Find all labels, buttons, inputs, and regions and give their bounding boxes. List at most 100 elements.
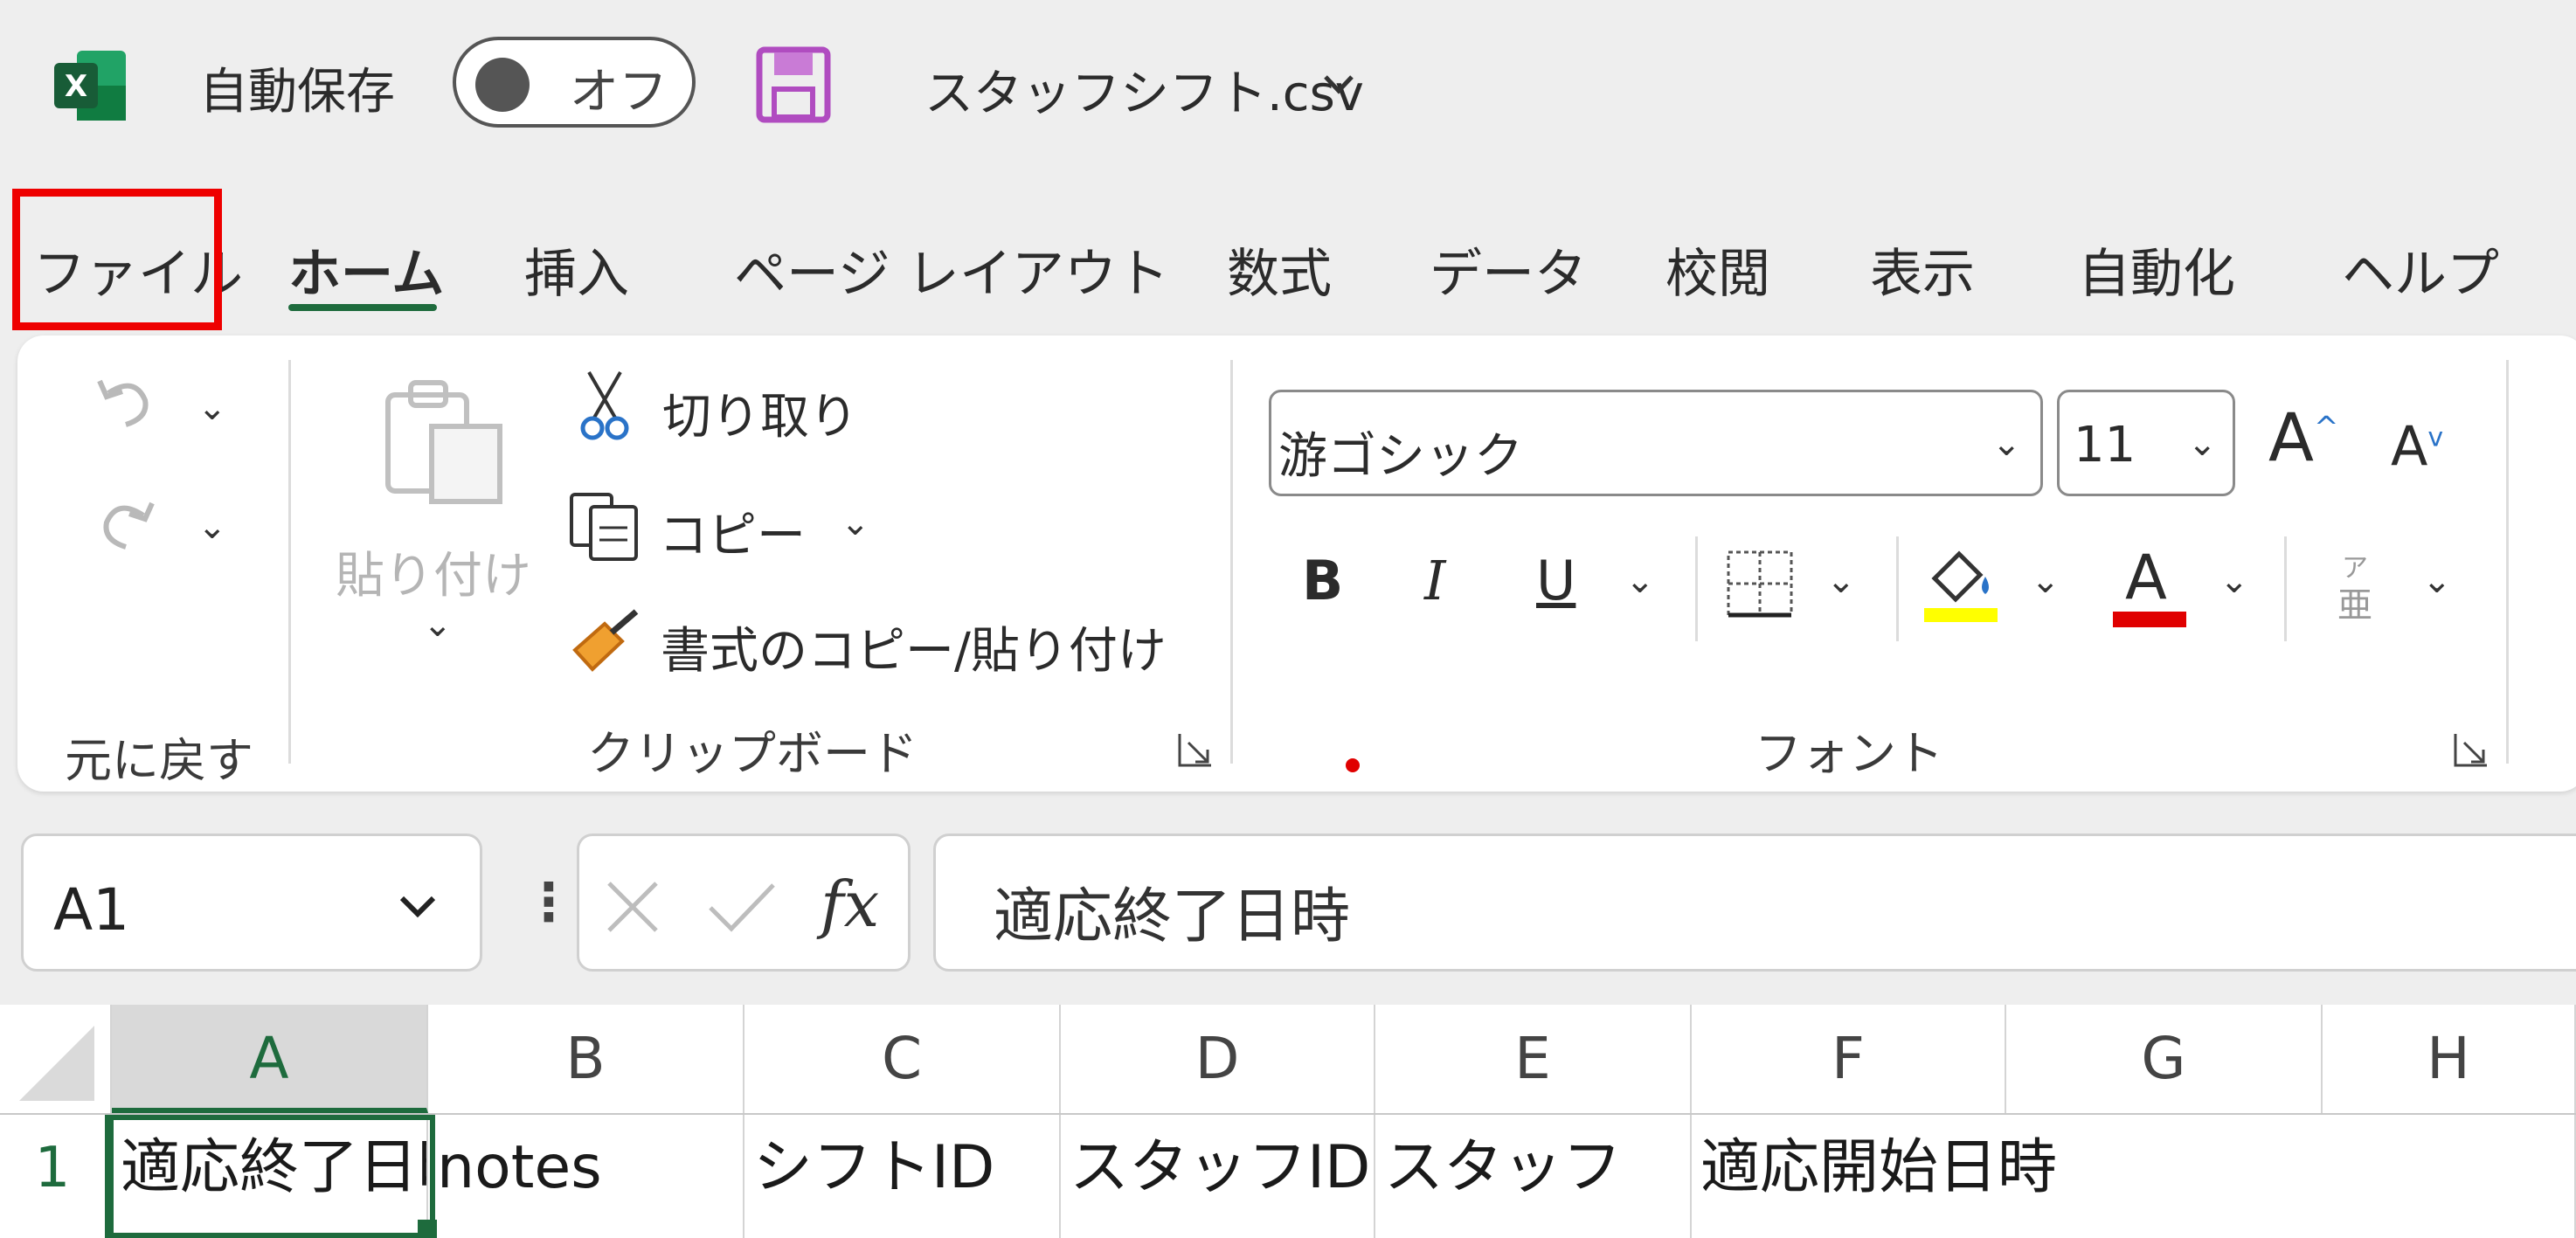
column-header-f[interactable]: F xyxy=(1692,1005,2006,1113)
tab-help[interactable]: ヘルプ xyxy=(2342,232,2499,308)
font-size-value: 11 xyxy=(2074,417,2136,474)
column-header-b[interactable]: B xyxy=(428,1005,744,1113)
chevron-down-icon[interactable]: ⌄ xyxy=(1826,561,1856,601)
formula-input[interactable]: 適応終了日時 xyxy=(933,833,2576,972)
autosave-label: 自動保存 xyxy=(199,64,395,121)
excel-icon[interactable]: X xyxy=(51,45,131,126)
name-box-value: A1 xyxy=(53,876,130,944)
chevron-down-icon[interactable]: ⌄ xyxy=(423,605,453,645)
formula-buttons: fx xyxy=(577,833,911,972)
svg-text:亜: 亜 xyxy=(2337,585,2372,626)
chevron-down-icon[interactable]: ⌄ xyxy=(197,507,227,547)
font-name-value: 游ゴシック xyxy=(1278,428,1523,485)
font-color-letter: A xyxy=(2125,542,2167,613)
tab-review[interactable]: 校閲 xyxy=(1665,232,1770,308)
italic-button[interactable]: I xyxy=(1424,549,1446,612)
phonetic-guide-icon[interactable]: ア 亜 xyxy=(2328,547,2382,627)
paste-label[interactable]: 貼り付け xyxy=(336,536,531,607)
chevron-down-icon[interactable]: ⌄ xyxy=(2031,561,2060,601)
cell-g1[interactable] xyxy=(2006,1115,2008,1238)
copy-button[interactable]: コピー xyxy=(659,496,806,567)
red-dot-marker xyxy=(1346,758,1360,772)
fill-color-icon[interactable] xyxy=(1919,538,2005,626)
font-name-select[interactable]: 游ゴシック ⌄ xyxy=(1269,390,2043,496)
shrink-font-letter: A xyxy=(2391,414,2428,478)
tab-data[interactable]: データ xyxy=(1430,232,1587,308)
format-painter-button[interactable]: 書式のコピー/貼り付け xyxy=(661,612,1167,682)
redo-icon[interactable] xyxy=(91,489,161,559)
copy-icon xyxy=(570,493,638,561)
column-header-e[interactable]: E xyxy=(1375,1005,1692,1113)
select-all-triangle-icon xyxy=(19,1026,94,1101)
tab-page-layout[interactable]: ページ レイアウト xyxy=(734,232,1169,308)
chevron-down-icon[interactable]: ⌄ xyxy=(841,503,870,543)
shrink-font-button[interactable]: Av xyxy=(2391,414,2443,478)
column-header-d[interactable]: D xyxy=(1061,1005,1375,1113)
chevron-down-icon[interactable]: ⌄ xyxy=(197,388,227,428)
tab-view[interactable]: 表示 xyxy=(1870,232,1975,308)
cell-e1[interactable]: スタッフ xyxy=(1375,1115,1692,1238)
chevron-down-icon: ⌄ xyxy=(2187,424,2217,464)
fill-color-swatch xyxy=(1924,608,1998,622)
chevron-down-icon[interactable]: ⌄ xyxy=(1625,561,1655,601)
insert-function-icon[interactable]: fx xyxy=(821,868,879,941)
grow-font-letter: A xyxy=(2268,398,2314,476)
underline-button[interactable]: U xyxy=(1536,549,1575,612)
save-icon[interactable] xyxy=(755,45,832,124)
fill-handle[interactable] xyxy=(418,1220,437,1238)
cell-b1[interactable]: notes xyxy=(428,1115,744,1238)
dialog-launcher-icon[interactable] xyxy=(1176,730,1215,769)
font-group-label: フォント xyxy=(1755,726,1943,781)
column-header-c[interactable]: C xyxy=(744,1005,1061,1113)
title-bar: X 自動保存 オフ スタッフシフト.csv xyxy=(0,0,2576,175)
tab-automate[interactable]: 自動化 xyxy=(2078,232,2235,308)
name-box[interactable]: A1 xyxy=(21,833,482,972)
group-divider xyxy=(1230,360,1233,764)
cut-button[interactable]: 切り取り xyxy=(662,377,858,448)
tab-home[interactable]: ホーム xyxy=(288,232,444,308)
svg-text:X: X xyxy=(65,69,87,104)
cell-c1[interactable]: シフトID xyxy=(744,1115,1061,1238)
bold-button[interactable]: B xyxy=(1302,549,1343,612)
cancel-icon[interactable] xyxy=(604,878,661,936)
dialog-launcher-icon[interactable] xyxy=(2452,730,2490,769)
autosave-toggle[interactable]: オフ xyxy=(453,37,696,128)
chevron-down-icon[interactable]: ⌄ xyxy=(2219,561,2249,601)
column-header-a[interactable]: A xyxy=(112,1005,428,1113)
tab-formulas[interactable]: 数式 xyxy=(1227,232,1332,308)
format-painter-icon xyxy=(572,609,639,672)
clipboard-group-label: クリップボード xyxy=(587,726,918,781)
group-divider xyxy=(1896,536,1899,641)
group-divider xyxy=(1695,536,1698,641)
group-divider xyxy=(2506,360,2509,764)
active-tab-indicator xyxy=(288,304,437,311)
tab-insert[interactable]: 挿入 xyxy=(524,232,629,308)
cell-d1[interactable]: スタッフID xyxy=(1061,1115,1375,1238)
font-color-button[interactable]: A xyxy=(2109,542,2190,629)
more-options-icon[interactable]: ⋮ xyxy=(523,872,575,933)
group-divider xyxy=(2284,536,2287,641)
chevron-down-icon: ⌄ xyxy=(1991,424,2021,464)
undo-icon[interactable] xyxy=(91,367,161,437)
font-size-select[interactable]: 11 ⌄ xyxy=(2057,390,2235,496)
highlight-box xyxy=(12,189,222,330)
font-color-swatch xyxy=(2113,612,2186,627)
cell-h1[interactable] xyxy=(2323,1115,2576,1238)
column-header-g[interactable]: G xyxy=(2006,1005,2323,1113)
grow-font-button[interactable]: A^ xyxy=(2268,398,2339,476)
column-header-h[interactable]: H xyxy=(2323,1005,2576,1113)
borders-icon[interactable] xyxy=(1723,547,1797,620)
file-name[interactable]: スタッフシフト.csv xyxy=(924,54,1364,125)
toggle-knob xyxy=(475,58,530,112)
chevron-down-icon xyxy=(399,896,436,918)
group-divider xyxy=(288,360,291,764)
chevron-down-icon[interactable] xyxy=(1321,72,1356,98)
enter-icon[interactable] xyxy=(707,878,777,936)
caret-up-icon: ^ xyxy=(2314,410,2339,446)
chevron-down-icon[interactable]: ⌄ xyxy=(2422,561,2452,601)
paste-icon[interactable] xyxy=(376,370,516,510)
undo-group-label: 元に戻す xyxy=(65,733,253,788)
active-cell-selection xyxy=(108,1115,435,1238)
row-header-1[interactable]: 1 xyxy=(0,1115,110,1238)
select-all-button[interactable] xyxy=(0,1005,112,1113)
